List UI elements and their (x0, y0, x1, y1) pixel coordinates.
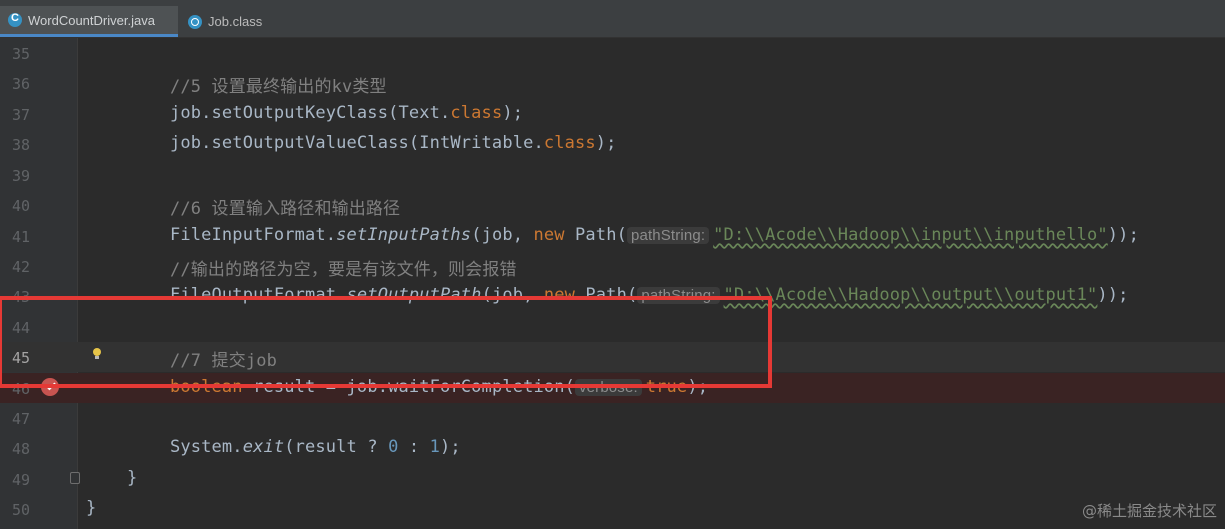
fold-marker-icon[interactable] (70, 472, 80, 484)
parameter-hint: pathString: (637, 287, 720, 304)
code-line: 37 job.setOutputKeyClass(Text.class); (11, 103, 524, 124)
editor-tab-bar: WordCountDriver.java Job.class (0, 6, 1225, 38)
code-comment: //6 设置输入路径和输出路径 (170, 199, 401, 219)
lightbulb-icon[interactable] (92, 348, 102, 360)
tab-wordcountdriver-java[interactable]: WordCountDriver.java (0, 6, 178, 37)
code-comment: //7 提交job (170, 351, 277, 371)
code-line: 39 (11, 167, 30, 185)
string-literal: "D:\\Acode\\Hadoop\\input\\inputhello" (713, 225, 1108, 245)
code-line: 36 //5 设置最终输出的kv类型 (11, 75, 387, 97)
code-line: 49 } (11, 468, 138, 489)
class-file-icon (188, 14, 202, 29)
code-line: 42 //输出的路径为空，要是有该文件，则会报错 (11, 258, 517, 280)
code-line: 38 job.setOutputValueClass(IntWritable.c… (11, 133, 617, 154)
tab-job-class[interactable]: Job.class (180, 6, 276, 37)
java-class-icon (8, 12, 22, 27)
string-literal: "D:\\Acode\\Hadoop\\output\\output1" (723, 285, 1098, 305)
parameter-hint: verbose: (575, 379, 642, 396)
code-line: 43 FileOutputFormat.setOutputPath(job, n… (11, 285, 1129, 306)
code-line: 35 (11, 45, 30, 63)
code-line: 44 (11, 319, 30, 337)
parameter-hint: pathString: (626, 227, 710, 244)
code-line: 41 FileInputFormat.setInputPaths(job, ne… (11, 225, 1139, 246)
code-comment: //输出的路径为空，要是有该文件，则会报错 (170, 260, 517, 280)
code-line: 47 (11, 410, 30, 428)
breakpoint-icon[interactable] (41, 378, 59, 396)
code-comment: //5 设置最终输出的kv类型 (170, 77, 387, 97)
watermark: @稀土掘金技术社区 (1081, 502, 1217, 520)
code-line-breakpoint: 46 boolean result = job.waitForCompletio… (0, 373, 1225, 403)
code-line-current: 45 //7 提交job (0, 342, 1225, 372)
code-editor[interactable]: 35 36 //5 设置最终输出的kv类型 37 job.setOutputKe… (0, 38, 1225, 529)
code-line: 50 } (11, 498, 97, 519)
code-line: 40 //6 设置输入路径和输出路径 (11, 197, 401, 219)
code-line: 48 System.exit(result ? 0 : 1); (11, 437, 461, 458)
